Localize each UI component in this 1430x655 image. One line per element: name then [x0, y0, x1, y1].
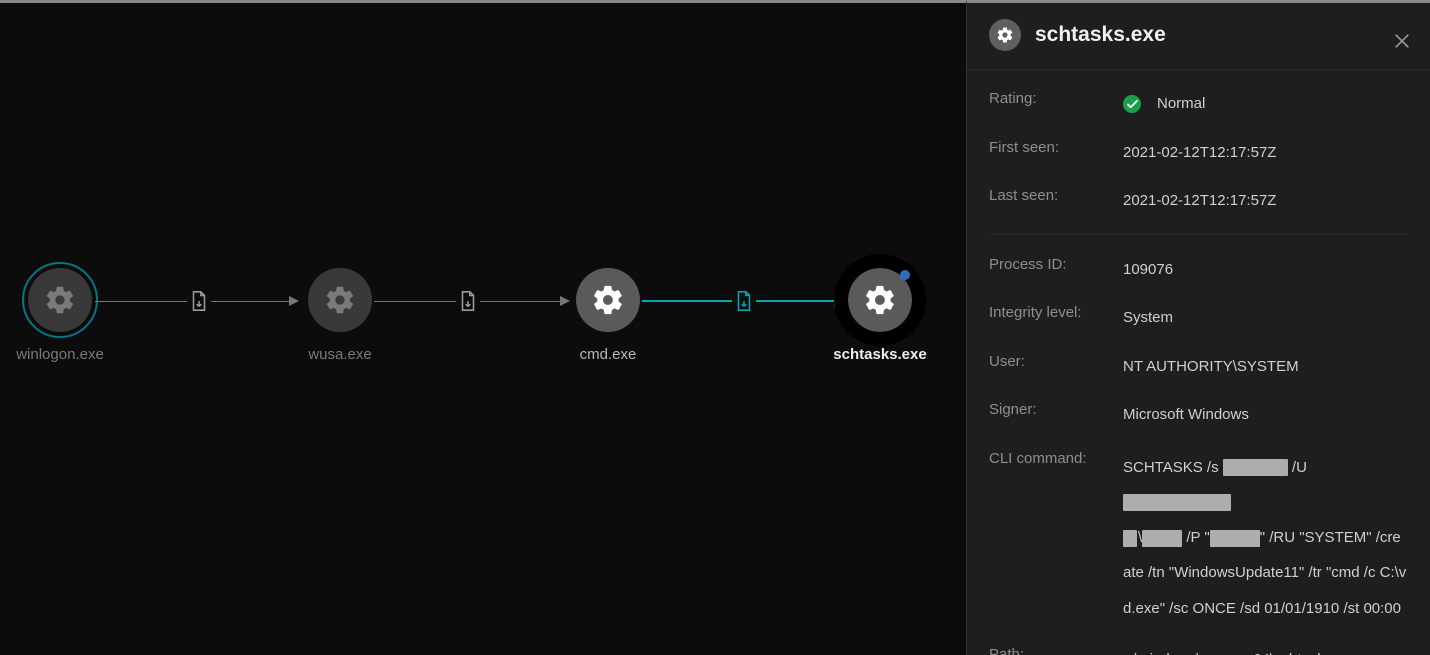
check-circle-icon: [1123, 95, 1141, 113]
node-label: winlogon.exe: [5, 346, 115, 363]
gear-icon: [863, 283, 897, 317]
redacted-text: XXXX: [1210, 530, 1260, 547]
label-signer: Signer:: [989, 401, 1123, 430]
redacted-text: X: [1123, 530, 1137, 547]
value-first-seen: 2021-02-12T12:17:57Z: [1123, 139, 1408, 168]
value-path: c:\windows\syswow64\schtasks.exe: [1123, 646, 1408, 655]
value-user: NT AUTHORITY\SYSTEM: [1123, 353, 1408, 382]
gear-icon: [324, 284, 356, 316]
label-cli: CLI command:: [989, 450, 1123, 626]
label-rating: Rating:: [989, 90, 1123, 119]
label-integrity: Integrity level:: [989, 304, 1123, 333]
details-panel: schtasks.exe Rating: Normal First seen: …: [966, 0, 1430, 655]
process-node-cmd[interactable]: cmd.exe: [553, 268, 663, 363]
node-label: wusa.exe: [285, 346, 395, 363]
process-graph-canvas[interactable]: winlogon.exe wusa.exe: [0, 0, 966, 655]
node-label: schtasks.exe: [825, 346, 935, 363]
label-path: Path:: [989, 646, 1123, 655]
gear-icon: [591, 283, 625, 317]
process-node-wusa[interactable]: wusa.exe: [285, 268, 395, 363]
value-process-id: 109076: [1123, 256, 1408, 285]
value-integrity: System: [1123, 304, 1408, 333]
gear-icon: [989, 19, 1021, 51]
node-label: cmd.exe: [553, 346, 663, 363]
close-button[interactable]: [1388, 27, 1416, 55]
redacted-text: XXX: [1142, 530, 1182, 547]
redacted-text: XXXXX: [1223, 459, 1288, 476]
value-signer: Microsoft Windows: [1123, 401, 1408, 430]
value-last-seen: 2021-02-12T12:17:57Z: [1123, 187, 1408, 216]
process-node-schtasks[interactable]: schtasks.exe: [825, 268, 935, 363]
file-icon: [732, 289, 756, 313]
redacted-text: XXXXXXXX: [1123, 494, 1231, 511]
value-rating: Normal: [1123, 90, 1408, 119]
process-node-winlogon[interactable]: winlogon.exe: [5, 268, 115, 363]
file-icon: [187, 289, 211, 313]
label-process-id: Process ID:: [989, 256, 1123, 285]
selection-ring: [22, 262, 98, 338]
label-last-seen: Last seen:: [989, 187, 1123, 216]
label-user: User:: [989, 353, 1123, 382]
label-first-seen: First seen:: [989, 139, 1123, 168]
file-icon: [456, 289, 480, 313]
close-icon: [1392, 31, 1412, 51]
panel-title: schtasks.exe: [1035, 23, 1166, 47]
event-indicator-dot: [900, 270, 910, 280]
value-cli: SCHTASKS /s XXXXX /U XXXXXXXX X\XXX /P "…: [1123, 450, 1408, 626]
